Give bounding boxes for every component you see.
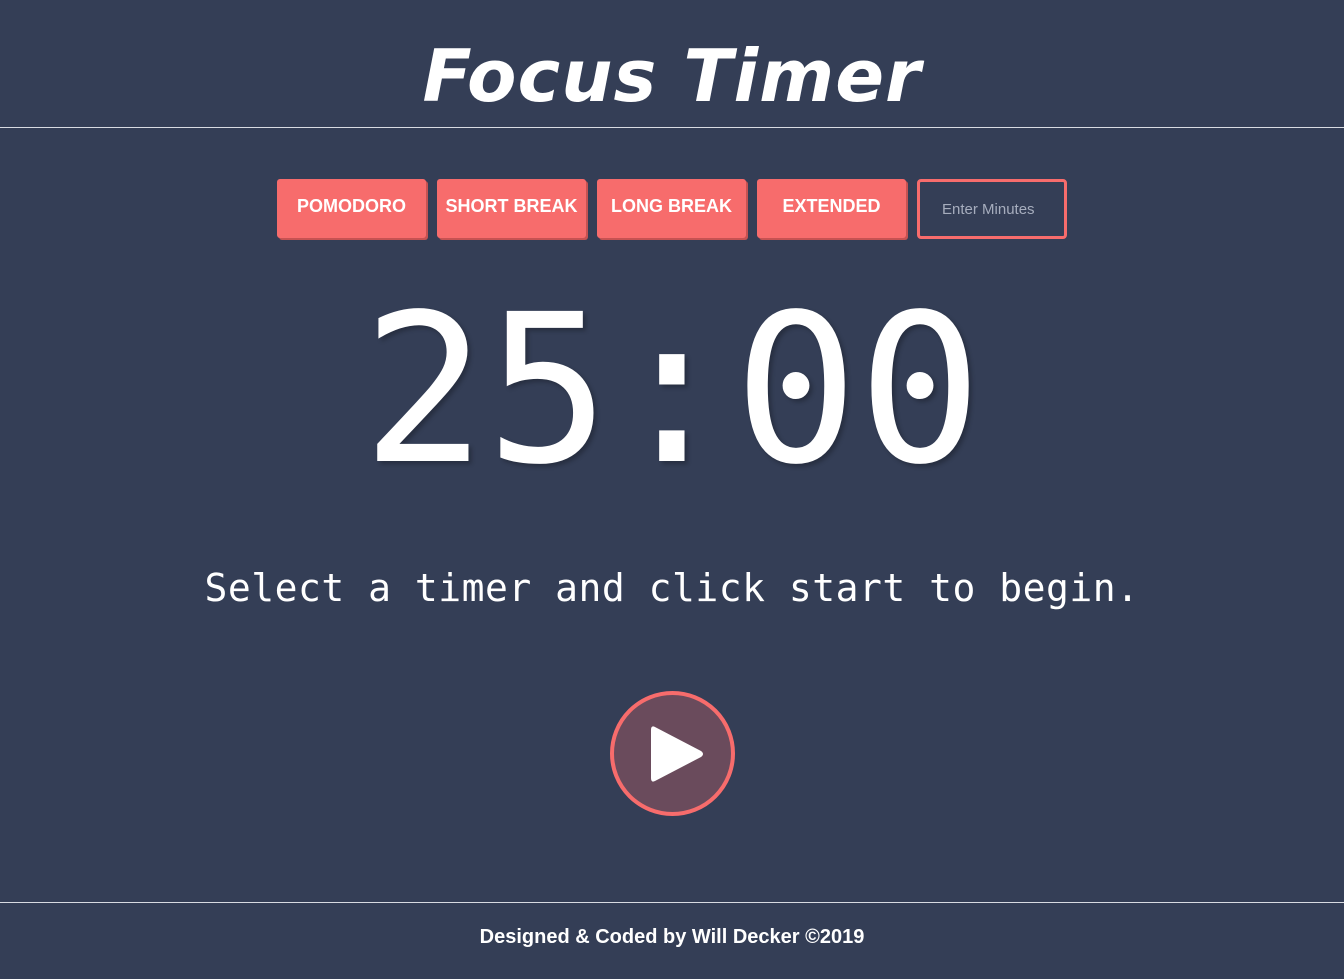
long-break-button[interactable]: LONG BREAK: [597, 179, 746, 238]
timer-display: 25:00: [361, 270, 983, 510]
footer: Designed & Coded by Will Decker ©2019: [0, 902, 1344, 979]
start-button[interactable]: [610, 691, 735, 816]
minutes-input[interactable]: [917, 179, 1067, 239]
footer-credits: Designed & Coded by Will Decker ©2019: [479, 926, 865, 948]
short-break-button[interactable]: SHORT BREAK: [437, 179, 586, 238]
timer-mode-controls: POMODORO SHORT BREAK LONG BREAK EXTENDED: [277, 179, 1067, 239]
app: Focus Timer POMODORO SHORT BREAK LONG BR…: [0, 0, 1344, 979]
status-message: Select a timer and click start to begin.: [204, 566, 1140, 610]
play-icon: [641, 723, 705, 785]
pomodoro-button[interactable]: POMODORO: [277, 179, 426, 238]
extended-button[interactable]: EXTENDED: [757, 179, 906, 238]
page-title: Focus Timer: [422, 34, 922, 118]
header: Focus Timer: [0, 0, 1344, 128]
